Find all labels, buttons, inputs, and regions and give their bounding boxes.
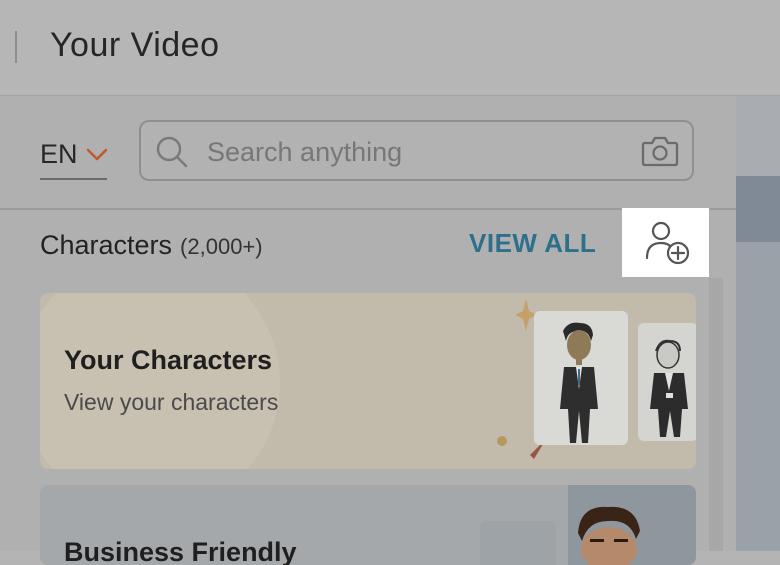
characters-illustration [497, 299, 696, 459]
card-title: Business Friendly [64, 537, 297, 565]
search-row: EN [0, 96, 736, 210]
characters-label: Characters [40, 230, 173, 260]
top-bar: Your Video [0, 0, 780, 96]
card-subtitle: View your characters [64, 389, 279, 415]
right-background-strip [736, 96, 780, 551]
scrollbar[interactable] [709, 278, 723, 551]
camera-icon[interactable] [641, 134, 679, 168]
search-box[interactable] [139, 120, 694, 181]
add-character-button[interactable] [622, 208, 709, 277]
business-character-illustration [578, 506, 640, 565]
search-icon [156, 136, 188, 168]
chevron-down-icon [86, 148, 108, 161]
characters-heading: Characters (2,000+) [40, 230, 263, 261]
card-title: Your Characters [64, 345, 273, 375]
title-separator [15, 31, 17, 63]
add-user-icon [645, 221, 690, 265]
characters-count: (2,000+) [180, 234, 263, 259]
language-code: EN [40, 139, 78, 169]
view-all-link[interactable]: VIEW ALL [469, 228, 596, 259]
search-input[interactable] [205, 132, 619, 172]
language-select[interactable]: EN [40, 134, 108, 180]
your-characters-card[interactable]: Your Characters View your characters [40, 293, 696, 469]
page-title: Your Video [50, 26, 220, 64]
business-friendly-card[interactable]: Business Friendly [40, 485, 696, 565]
characters-panel: EN Characters (2,000+) VIEW ALL [0, 96, 736, 565]
